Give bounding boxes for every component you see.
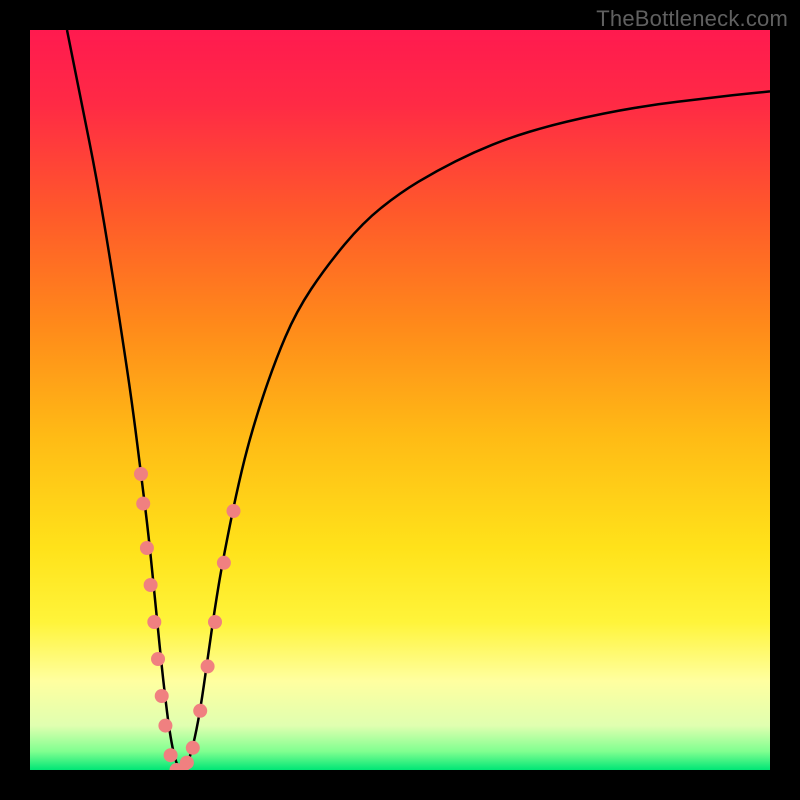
data-marker <box>193 704 207 718</box>
data-marker <box>147 615 161 629</box>
data-marker <box>201 659 215 673</box>
data-marker <box>227 504 241 518</box>
chart-frame: TheBottleneck.com <box>0 0 800 800</box>
data-marker <box>158 719 172 733</box>
data-marker <box>134 467 148 481</box>
data-marker <box>164 748 178 762</box>
data-marker <box>180 756 194 770</box>
data-marker <box>208 615 222 629</box>
data-marker <box>140 541 154 555</box>
bottleneck-curve <box>67 30 770 770</box>
data-marker <box>155 689 169 703</box>
data-marker <box>186 741 200 755</box>
data-markers <box>134 467 241 770</box>
data-marker <box>144 578 158 592</box>
curve-layer <box>30 30 770 770</box>
plot-area <box>30 30 770 770</box>
data-marker <box>217 556 231 570</box>
watermark-text: TheBottleneck.com <box>596 6 788 32</box>
data-marker <box>136 497 150 511</box>
data-marker <box>151 652 165 666</box>
